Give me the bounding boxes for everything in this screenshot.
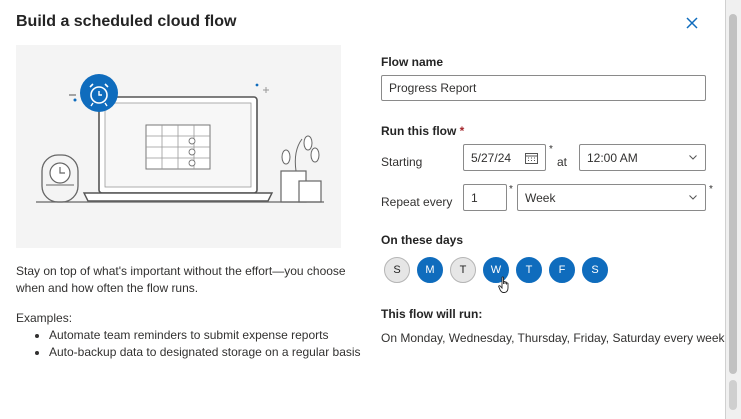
day-sunday[interactable]: S <box>384 257 410 283</box>
close-icon[interactable] <box>684 15 700 31</box>
run-flow-label: Run this flow * <box>381 124 464 138</box>
required-mark: * <box>509 184 513 195</box>
start-time-value: 12:00 AM <box>587 150 638 165</box>
repeat-interval-input[interactable]: 1 <box>463 184 507 211</box>
day-tuesday[interactable]: T <box>450 257 476 283</box>
chevron-down-icon <box>689 194 697 200</box>
repeat-unit-value: Week <box>525 190 556 205</box>
required-mark: * <box>459 124 465 138</box>
day-monday[interactable]: M <box>417 257 443 283</box>
examples-label: Examples: <box>16 311 73 325</box>
repeat-interval-value: 1 <box>471 190 478 205</box>
repeat-every-label: Repeat every <box>381 195 453 209</box>
required-mark: * <box>549 144 553 155</box>
chevron-down-icon <box>689 154 697 160</box>
summary-label: This flow will run: <box>381 307 483 321</box>
start-date-value: 5/27/24 <box>471 150 512 165</box>
scrollbar-thumb[interactable] <box>729 14 737 374</box>
dialog-description: Stay on top of what's important without … <box>16 264 346 295</box>
start-date-picker[interactable]: 5/27/24 <box>463 144 546 171</box>
run-flow-label-text: Run this flow <box>381 124 457 138</box>
flow-name-value: Progress Report <box>389 81 477 95</box>
laptop-illustration <box>36 74 324 203</box>
calendar-icon[interactable] <box>525 152 538 164</box>
day-thursday[interactable]: T <box>516 257 542 283</box>
at-label: at <box>557 155 568 169</box>
illustration <box>16 45 341 248</box>
summary-text: On Monday, Wednesday, Thursday, Friday, … <box>381 331 725 345</box>
flow-name-input[interactable]: Progress Report <box>381 75 706 101</box>
scrollbar-thumb-lower <box>729 380 737 410</box>
flow-name-label: Flow name <box>381 55 444 69</box>
start-time-dropdown[interactable]: 12:00 AM <box>579 144 706 171</box>
examples-list: Automate team reminders to submit expens… <box>16 327 379 361</box>
repeat-unit-dropdown[interactable]: Week <box>517 184 706 211</box>
dialog-title: Build a scheduled cloud flow <box>16 13 237 30</box>
scheduled-flow-dialog: Build a scheduled cloud flow Stay on top… <box>0 0 726 419</box>
day-friday[interactable]: F <box>549 257 575 283</box>
required-mark: * <box>709 184 713 195</box>
starting-label: Starting <box>381 155 423 169</box>
list-item: Auto-backup data to designated storage o… <box>49 344 379 361</box>
hand-pointer-icon <box>498 276 509 293</box>
list-item: Automate team reminders to submit expens… <box>49 327 379 344</box>
day-saturday[interactable]: S <box>582 257 608 283</box>
days-label: On these days <box>381 233 464 247</box>
